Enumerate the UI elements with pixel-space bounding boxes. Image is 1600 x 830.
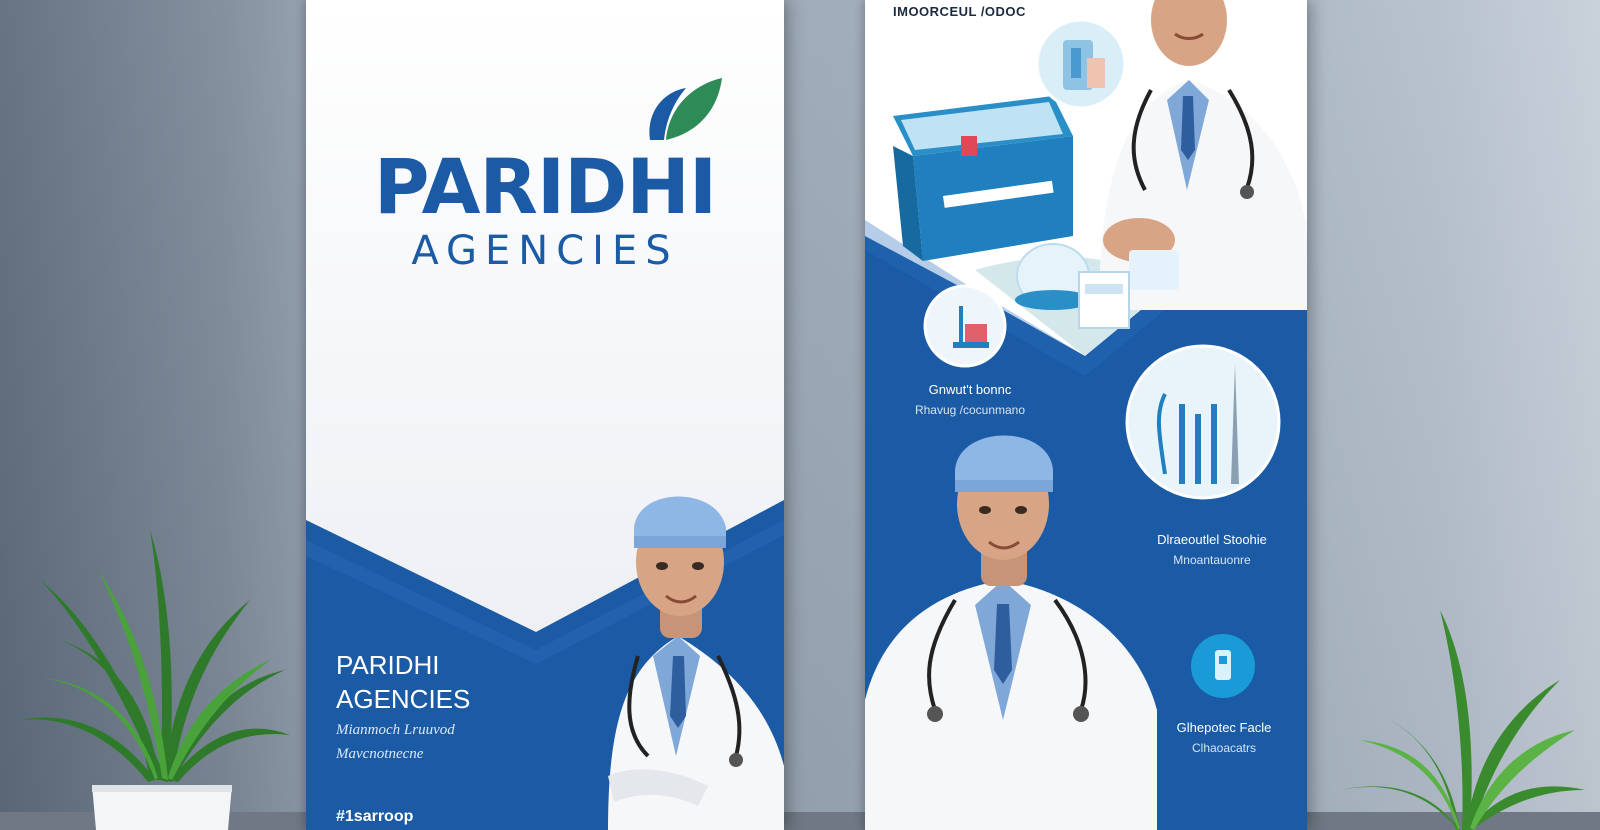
tagline-line1: Mianmoch Lruuvod <box>336 722 455 738</box>
feature-3-line2: Clhaoacatrs <box>1191 741 1257 755</box>
feature-3-line1: Glhepotec Facle <box>1176 720 1272 735</box>
feature-2-caption: Dlraeoutlel Stoohie Mnoantauonre <box>1127 530 1297 570</box>
feature-2-line2: Mnoantauonre <box>1173 553 1251 567</box>
brand-title: PARIDHI <box>373 142 717 231</box>
left-potted-plant <box>20 530 290 830</box>
feature-2-line1: Dlraeoutlel Stoohie <box>1157 532 1267 547</box>
tagline: Mianmoch Lruuvod Mavcnotnecne <box>336 718 455 766</box>
right-banner-top-label: IMOORCEUL /ODOC <box>893 4 1026 19</box>
feature-3-caption: Glhepotec Facle Clhaoacatrs <box>1149 718 1299 758</box>
medical-device-illustration <box>1015 243 1130 329</box>
footer-brand-line1: PARIDHI <box>336 650 440 680</box>
feature-1-line2: Rhavug /cocunmano <box>914 403 1026 417</box>
footer-brand-line2: AGENCIES <box>336 684 471 714</box>
right-potted-plant <box>1340 610 1585 830</box>
product-photo-bubble-2 <box>923 284 1007 368</box>
left-rollup-banner: PARIDHI AGENCIES PARIDHI AGENCIES Mianmo… <box>306 0 784 830</box>
leaf-logo-icon <box>649 78 722 140</box>
feature-1-line1: Gnwut't bonnc <box>928 382 1012 397</box>
brand-subtitle: AGENCIES <box>411 228 679 274</box>
doctor-with-cap-illustration <box>608 496 784 830</box>
right-rollup-banner: IMOORCEUL /ODOC Gnwut't bonnc Rhavug /co… <box>865 0 1307 830</box>
surgeon-with-cap-illustration <box>865 435 1157 830</box>
equipment-badge-icon <box>1191 634 1255 698</box>
tagline-line2: Mavcnotnecne <box>336 746 424 762</box>
hashtag: #1sarroop <box>336 808 414 825</box>
footer-brand-name: PARIDHI AGENCIES <box>336 648 470 716</box>
feature-1-caption: Gnwut't bonnc Rhavug /cocunmano <box>885 380 1055 420</box>
